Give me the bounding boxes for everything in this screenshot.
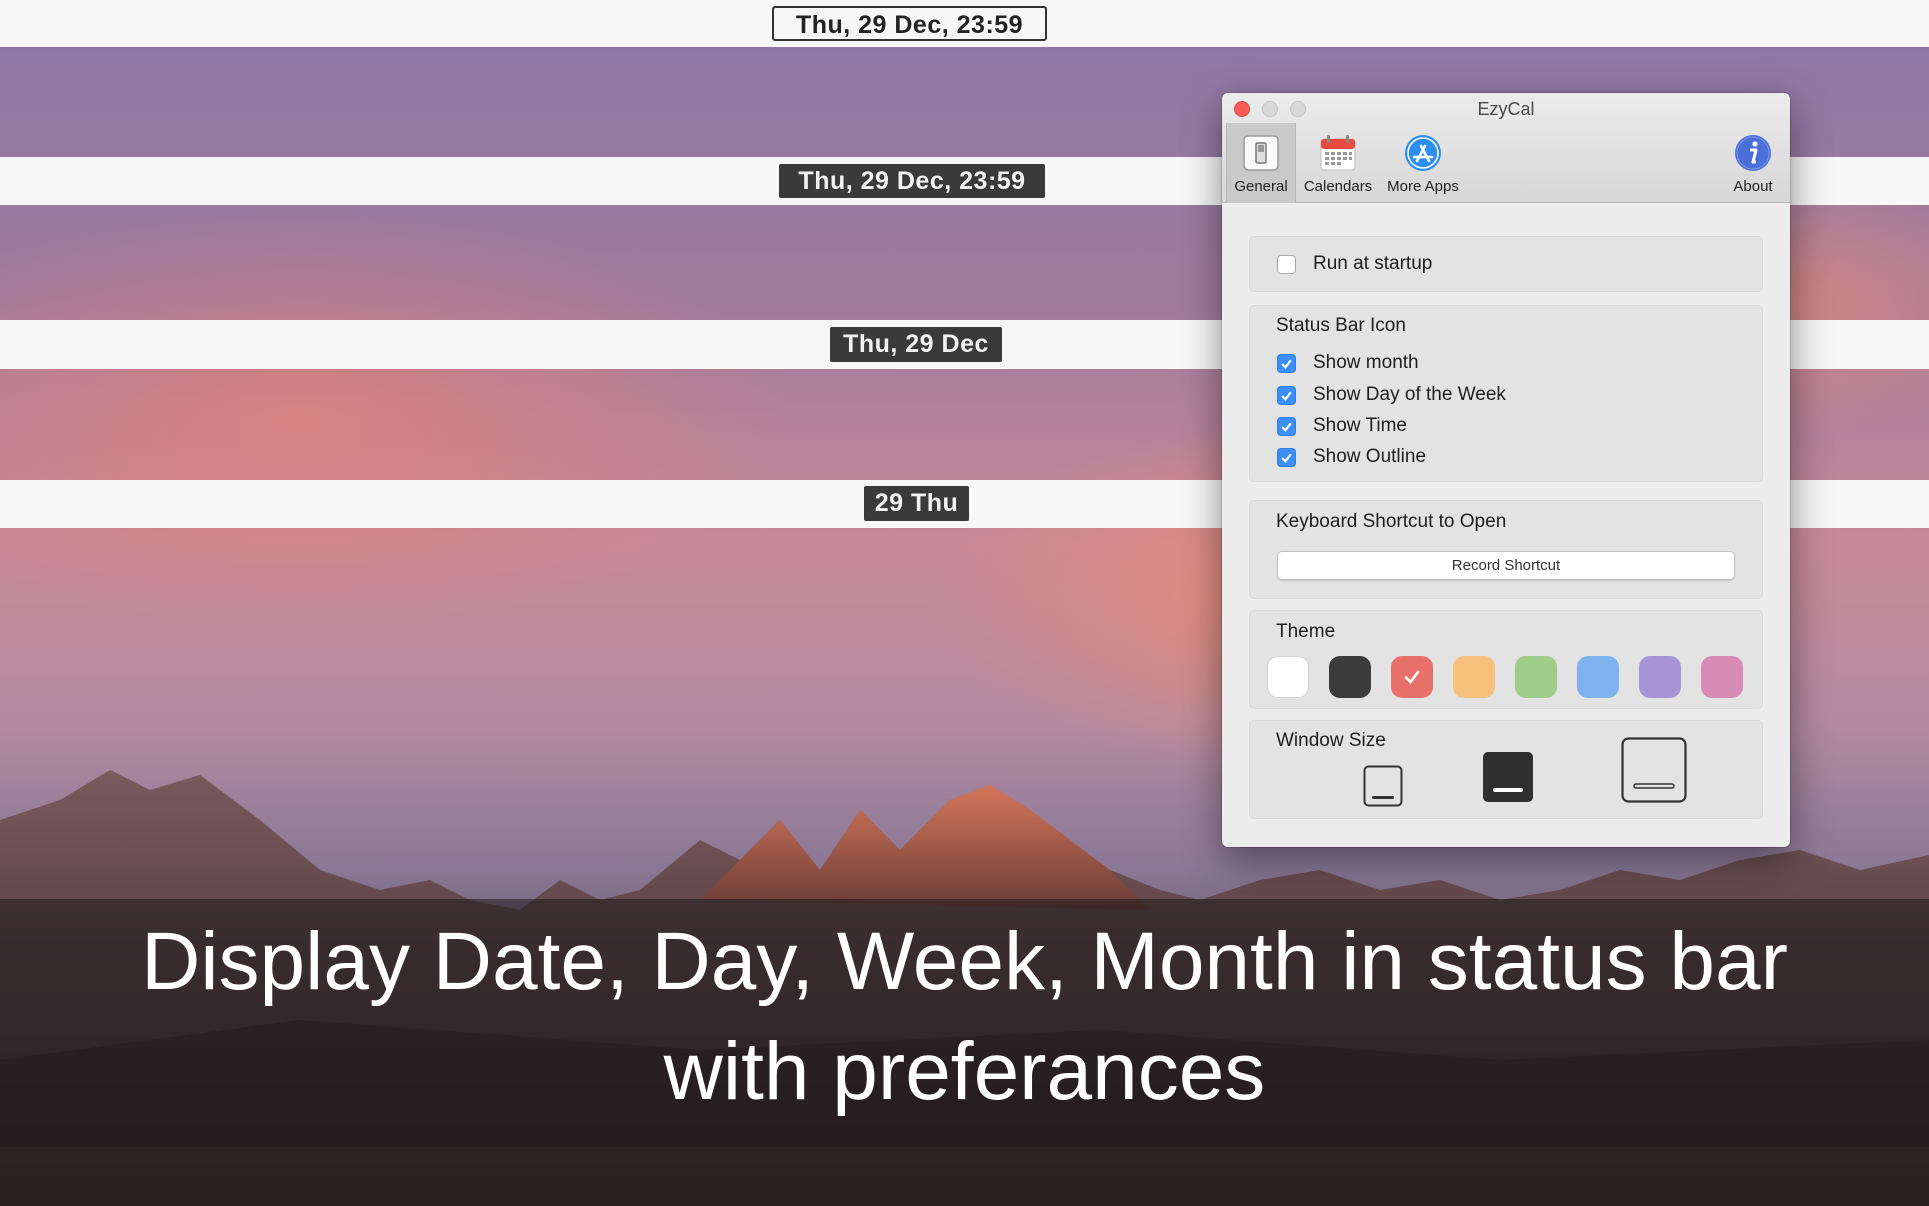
status-bar-icon-title: Status Bar Icon	[1276, 315, 1406, 336]
selected-check-icon	[1404, 670, 1420, 684]
status-clock-short-dark[interactable]: 29 Thu	[864, 486, 969, 521]
show-outline-checkbox[interactable]: Show Outline	[1277, 446, 1426, 468]
tab-calendars[interactable]: Calendars	[1300, 123, 1376, 203]
checkbox-box	[1277, 254, 1296, 274]
tab-about[interactable]: About	[1720, 123, 1786, 203]
window-size-small-icon[interactable]	[1363, 765, 1403, 807]
show-day-of-week-label: Show Day of the Week	[1313, 384, 1506, 405]
show-time-label: Show Time	[1313, 415, 1407, 436]
tab-more-apps-label: More Apps	[1387, 178, 1459, 195]
startup-group: Run at startup	[1249, 236, 1763, 292]
tab-calendars-label: Calendars	[1303, 178, 1373, 195]
check-icon	[1277, 416, 1296, 436]
show-month-label: Show month	[1313, 352, 1419, 373]
theme-swatch-red[interactable]	[1391, 656, 1433, 698]
keyboard-shortcut-title: Keyboard Shortcut to Open	[1276, 511, 1507, 532]
window-size-large-icon[interactable]	[1621, 737, 1687, 803]
keyboard-shortcut-group: Keyboard Shortcut to Open Record Shortcu…	[1249, 500, 1763, 599]
window-size-title: Window Size	[1276, 730, 1386, 751]
status-bar-icon-group: Status Bar Icon Show month Show Day of t…	[1249, 305, 1763, 482]
caption-line-1: Display Date, Day, Week, Month in status…	[141, 916, 1788, 1007]
status-clock-full-outline[interactable]: Thu, 29 Dec, 23:59	[772, 6, 1047, 41]
preferences-window: EzyCal General Calendars More Apps About…	[1222, 93, 1790, 847]
status-clock-full-dark[interactable]: Thu, 29 Dec, 23:59	[779, 164, 1045, 198]
window-size-medium-icon[interactable]	[1482, 751, 1534, 803]
tab-about-label: About	[1733, 178, 1773, 195]
theme-title: Theme	[1276, 621, 1336, 642]
check-icon	[1277, 353, 1296, 373]
theme-swatch-blue[interactable]	[1577, 656, 1619, 698]
theme-swatch-pink[interactable]	[1701, 656, 1743, 698]
calendar-icon	[1320, 135, 1356, 171]
theme-swatch-purple[interactable]	[1639, 656, 1681, 698]
show-outline-label: Show Outline	[1313, 446, 1427, 467]
check-icon	[1277, 385, 1296, 405]
tab-general[interactable]: General	[1226, 123, 1296, 203]
info-icon	[1735, 135, 1771, 171]
general-switch-icon	[1243, 135, 1279, 171]
tab-more-apps[interactable]: More Apps	[1380, 123, 1466, 203]
status-clock-date-dark[interactable]: Thu, 29 Dec	[830, 327, 1002, 362]
app-store-icon	[1405, 135, 1441, 171]
run-at-startup-checkbox[interactable]: Run at startup	[1277, 253, 1432, 275]
theme-swatch-orange[interactable]	[1453, 656, 1495, 698]
show-month-checkbox[interactable]: Show month	[1277, 352, 1419, 374]
caption-line-2: with preferances	[663, 1026, 1266, 1117]
record-shortcut-button[interactable]: Record Shortcut	[1277, 551, 1735, 580]
run-at-startup-label: Run at startup	[1313, 253, 1433, 274]
show-day-of-week-checkbox[interactable]: Show Day of the Week	[1277, 384, 1506, 406]
theme-swatch-white[interactable]	[1267, 656, 1309, 698]
theme-swatch-green[interactable]	[1515, 656, 1557, 698]
check-icon	[1277, 447, 1296, 467]
window-titlebar: EzyCal General Calendars More Apps About	[1222, 93, 1790, 203]
tab-general-label: General	[1234, 178, 1288, 195]
show-time-checkbox[interactable]: Show Time	[1277, 415, 1407, 437]
window-title: EzyCal	[1477, 99, 1535, 119]
theme-swatch-dark[interactable]	[1329, 656, 1371, 698]
theme-group: Theme	[1249, 610, 1763, 709]
window-size-group: Window Size	[1249, 720, 1763, 819]
